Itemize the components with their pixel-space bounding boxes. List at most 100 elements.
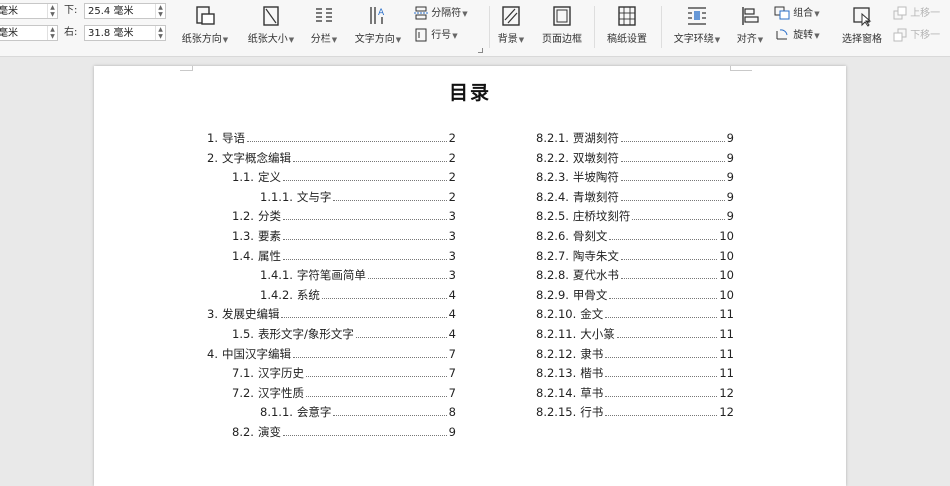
toc-entry-page: 3	[448, 268, 456, 282]
toc-entry[interactable]: 8.2.14. 草书 12	[536, 385, 734, 401]
toc-entry[interactable]: 8.2.12. 隶书 11	[536, 346, 734, 362]
toc-entry[interactable]: 8.2.4. 青墩刻符 9	[536, 189, 734, 205]
selection-pane-label: 选择窗格	[842, 34, 882, 45]
page-border-icon	[553, 6, 571, 26]
toc-entry[interactable]: 8.2.9. 甲骨文 10	[536, 287, 734, 303]
toc-entry[interactable]: 8.2.10. 金文 11	[536, 306, 734, 322]
columns-button[interactable]: 分栏▼	[306, 4, 342, 50]
toc-entry-number: 1.4.1.	[260, 268, 293, 282]
toc-leader-dots	[620, 130, 725, 142]
toc-entry[interactable]: 8.2.3. 半坡陶符 9	[536, 169, 734, 185]
spinner-arrows-icon[interactable]: ▲ ▼	[155, 4, 165, 18]
toc-leader-dots	[620, 150, 725, 162]
toc-entry-page: 12	[719, 405, 734, 419]
toc-entry[interactable]: 4. 中国汉字编辑 7	[207, 346, 456, 362]
toc-entry[interactable]: 1.4. 属性 3	[232, 248, 456, 264]
toc-entry-page: 2	[448, 131, 456, 145]
rotate-button[interactable]: 旋转▼	[774, 28, 820, 43]
ribbon-divider	[661, 6, 662, 48]
toc-entry-number: 1.5.	[232, 327, 254, 341]
left-margin-unit-field[interactable]: 毫米 ▲ ▼	[0, 25, 58, 41]
align-button[interactable]: 对齐▼	[732, 4, 768, 50]
background-button[interactable]: 背景▼	[493, 4, 529, 50]
toc-entry[interactable]: 8.2.6. 骨刻文 10	[536, 228, 734, 244]
toc-leader-dots	[355, 326, 447, 338]
group-button[interactable]: 组合▼	[774, 6, 820, 21]
toc-entry-page: 10	[719, 229, 734, 243]
toc-entry-page: 11	[719, 366, 734, 380]
toc-entry[interactable]: 3. 发展史编辑 4	[207, 306, 456, 322]
text-direction-label: 文字方向	[354, 34, 395, 45]
toc-entry[interactable]: 1.4.1. 字符笔画简单 3	[260, 267, 456, 283]
toc-entry[interactable]: 8.2. 演变 9	[232, 424, 456, 440]
toc-entry-number: 1.4.2.	[260, 288, 293, 302]
spinner-arrows-icon[interactable]: ▲ ▼	[47, 26, 57, 40]
toc-entry-text: 系统	[296, 288, 320, 302]
toc-entry[interactable]: 7.1. 汉字历史 7	[232, 365, 456, 381]
toc-leader-dots	[246, 130, 447, 142]
toc-entry[interactable]: 1.1.1. 文与字 2	[260, 189, 456, 205]
bottom-margin-field[interactable]: 25.4 毫米 ▲ ▼	[84, 3, 166, 19]
paper-size-icon	[263, 6, 279, 26]
toc-entry[interactable]: 1.2. 分类 3	[232, 208, 456, 224]
toc-leader-dots	[620, 248, 718, 260]
toc-entry[interactable]: 7.2. 汉字性质 7	[232, 385, 456, 401]
toc-leader-dots	[609, 228, 718, 240]
toc-entry-number: 8.2.13.	[536, 366, 577, 380]
toc-entry[interactable]: 8.2.8. 夏代水书 10	[536, 267, 734, 283]
toc-entry[interactable]: 8.2.15. 行书 12	[536, 404, 734, 420]
toc-entry[interactable]: 2. 文字概念编辑 2	[207, 150, 456, 166]
toc-entry-text: 夏代水书	[572, 268, 619, 282]
toc-leader-dots	[333, 189, 447, 201]
spinner-arrows-icon[interactable]: ▲ ▼	[47, 4, 57, 18]
toc-entry[interactable]: 8.2.5. 庄桥坟刻符 9	[536, 208, 734, 224]
send-backward-button[interactable]: 下移一	[893, 28, 940, 43]
text-wrap-button[interactable]: 文字环绕▼	[666, 4, 728, 50]
toc-entry[interactable]: 1.4.2. 系统 4	[260, 287, 456, 303]
text-wrap-label: 文字环绕	[673, 34, 714, 45]
group-icon	[774, 6, 790, 20]
toc-entry-page: 3	[448, 229, 456, 243]
toc-entry[interactable]: 8.2.13. 楷书 11	[536, 365, 734, 381]
toc-entry-page: 7	[448, 386, 456, 400]
toc-entry[interactable]: 8.2.2. 双墩刻符 9	[536, 150, 734, 166]
bring-forward-button[interactable]: 上移一	[893, 6, 940, 21]
toc-entry-page: 2	[448, 151, 456, 165]
document-page[interactable]: 目录 1. 导语 2 2. 文字概念编辑 2 1.1. 定义 2 1.1.1. 文与字 2 1.2. 分类…	[94, 66, 846, 486]
selection-pane-button[interactable]: 选择窗格	[837, 4, 887, 50]
toc-entry[interactable]: 8.2.1. 贾湖刻符 9	[536, 130, 734, 146]
toc-entry-number: 8.2.5.	[536, 209, 569, 223]
page-border-button[interactable]: 页面边框	[536, 4, 588, 50]
top-margin-unit-field[interactable]: 毫米 ▲ ▼	[0, 3, 58, 19]
toc-entry[interactable]: 1. 导语 2	[207, 130, 456, 146]
text-direction-button[interactable]: A 文字方向▼	[348, 4, 408, 50]
margin-guide	[180, 70, 193, 71]
toc-entry-page: 7	[448, 366, 456, 380]
toc-entry-page: 9	[726, 190, 734, 204]
manuscript-settings-button[interactable]: 稿纸设置	[600, 4, 654, 50]
paper-size-button[interactable]: 纸张大小▼	[242, 4, 300, 50]
toc-entry-page: 9	[726, 209, 734, 223]
toc-entry-number: 1.1.	[232, 170, 254, 184]
toc-entry-number: 3.	[207, 307, 218, 321]
toc-entry-page: 4	[448, 288, 456, 302]
toc-entry-page: 9	[726, 151, 734, 165]
toc-leader-dots	[609, 287, 718, 299]
orientation-button[interactable]: 纸张方向▼	[176, 4, 234, 50]
toc-leader-dots	[605, 346, 718, 358]
toc-entry[interactable]: 1.1. 定义 2	[232, 169, 456, 185]
toc-entry[interactable]: 1.3. 要素 3	[232, 228, 456, 244]
separator-button[interactable]: 分隔符▼	[414, 6, 468, 21]
spinner-arrows-icon[interactable]: ▲ ▼	[155, 26, 165, 40]
toc-entry-number: 8.2.9.	[536, 288, 569, 302]
page-setup-launcher-icon[interactable]	[478, 48, 483, 53]
toc-entry-text: 陶寺朱文	[572, 249, 619, 263]
toc-entry[interactable]: 8.1.1. 会意字 8	[260, 404, 456, 420]
toc-entry-number: 8.2.4.	[536, 190, 569, 204]
right-margin-field[interactable]: 31.8 毫米 ▲ ▼	[84, 25, 166, 41]
toc-entry[interactable]: 8.2.11. 大小篆 11	[536, 326, 734, 342]
toc-entry[interactable]: 8.2.7. 陶寺朱文 10	[536, 248, 734, 264]
toc-entry[interactable]: 1.5. 表形文字/象形文字 4	[232, 326, 456, 342]
line-number-button[interactable]: 行号▼	[414, 28, 458, 43]
toc-leader-dots	[282, 208, 447, 220]
